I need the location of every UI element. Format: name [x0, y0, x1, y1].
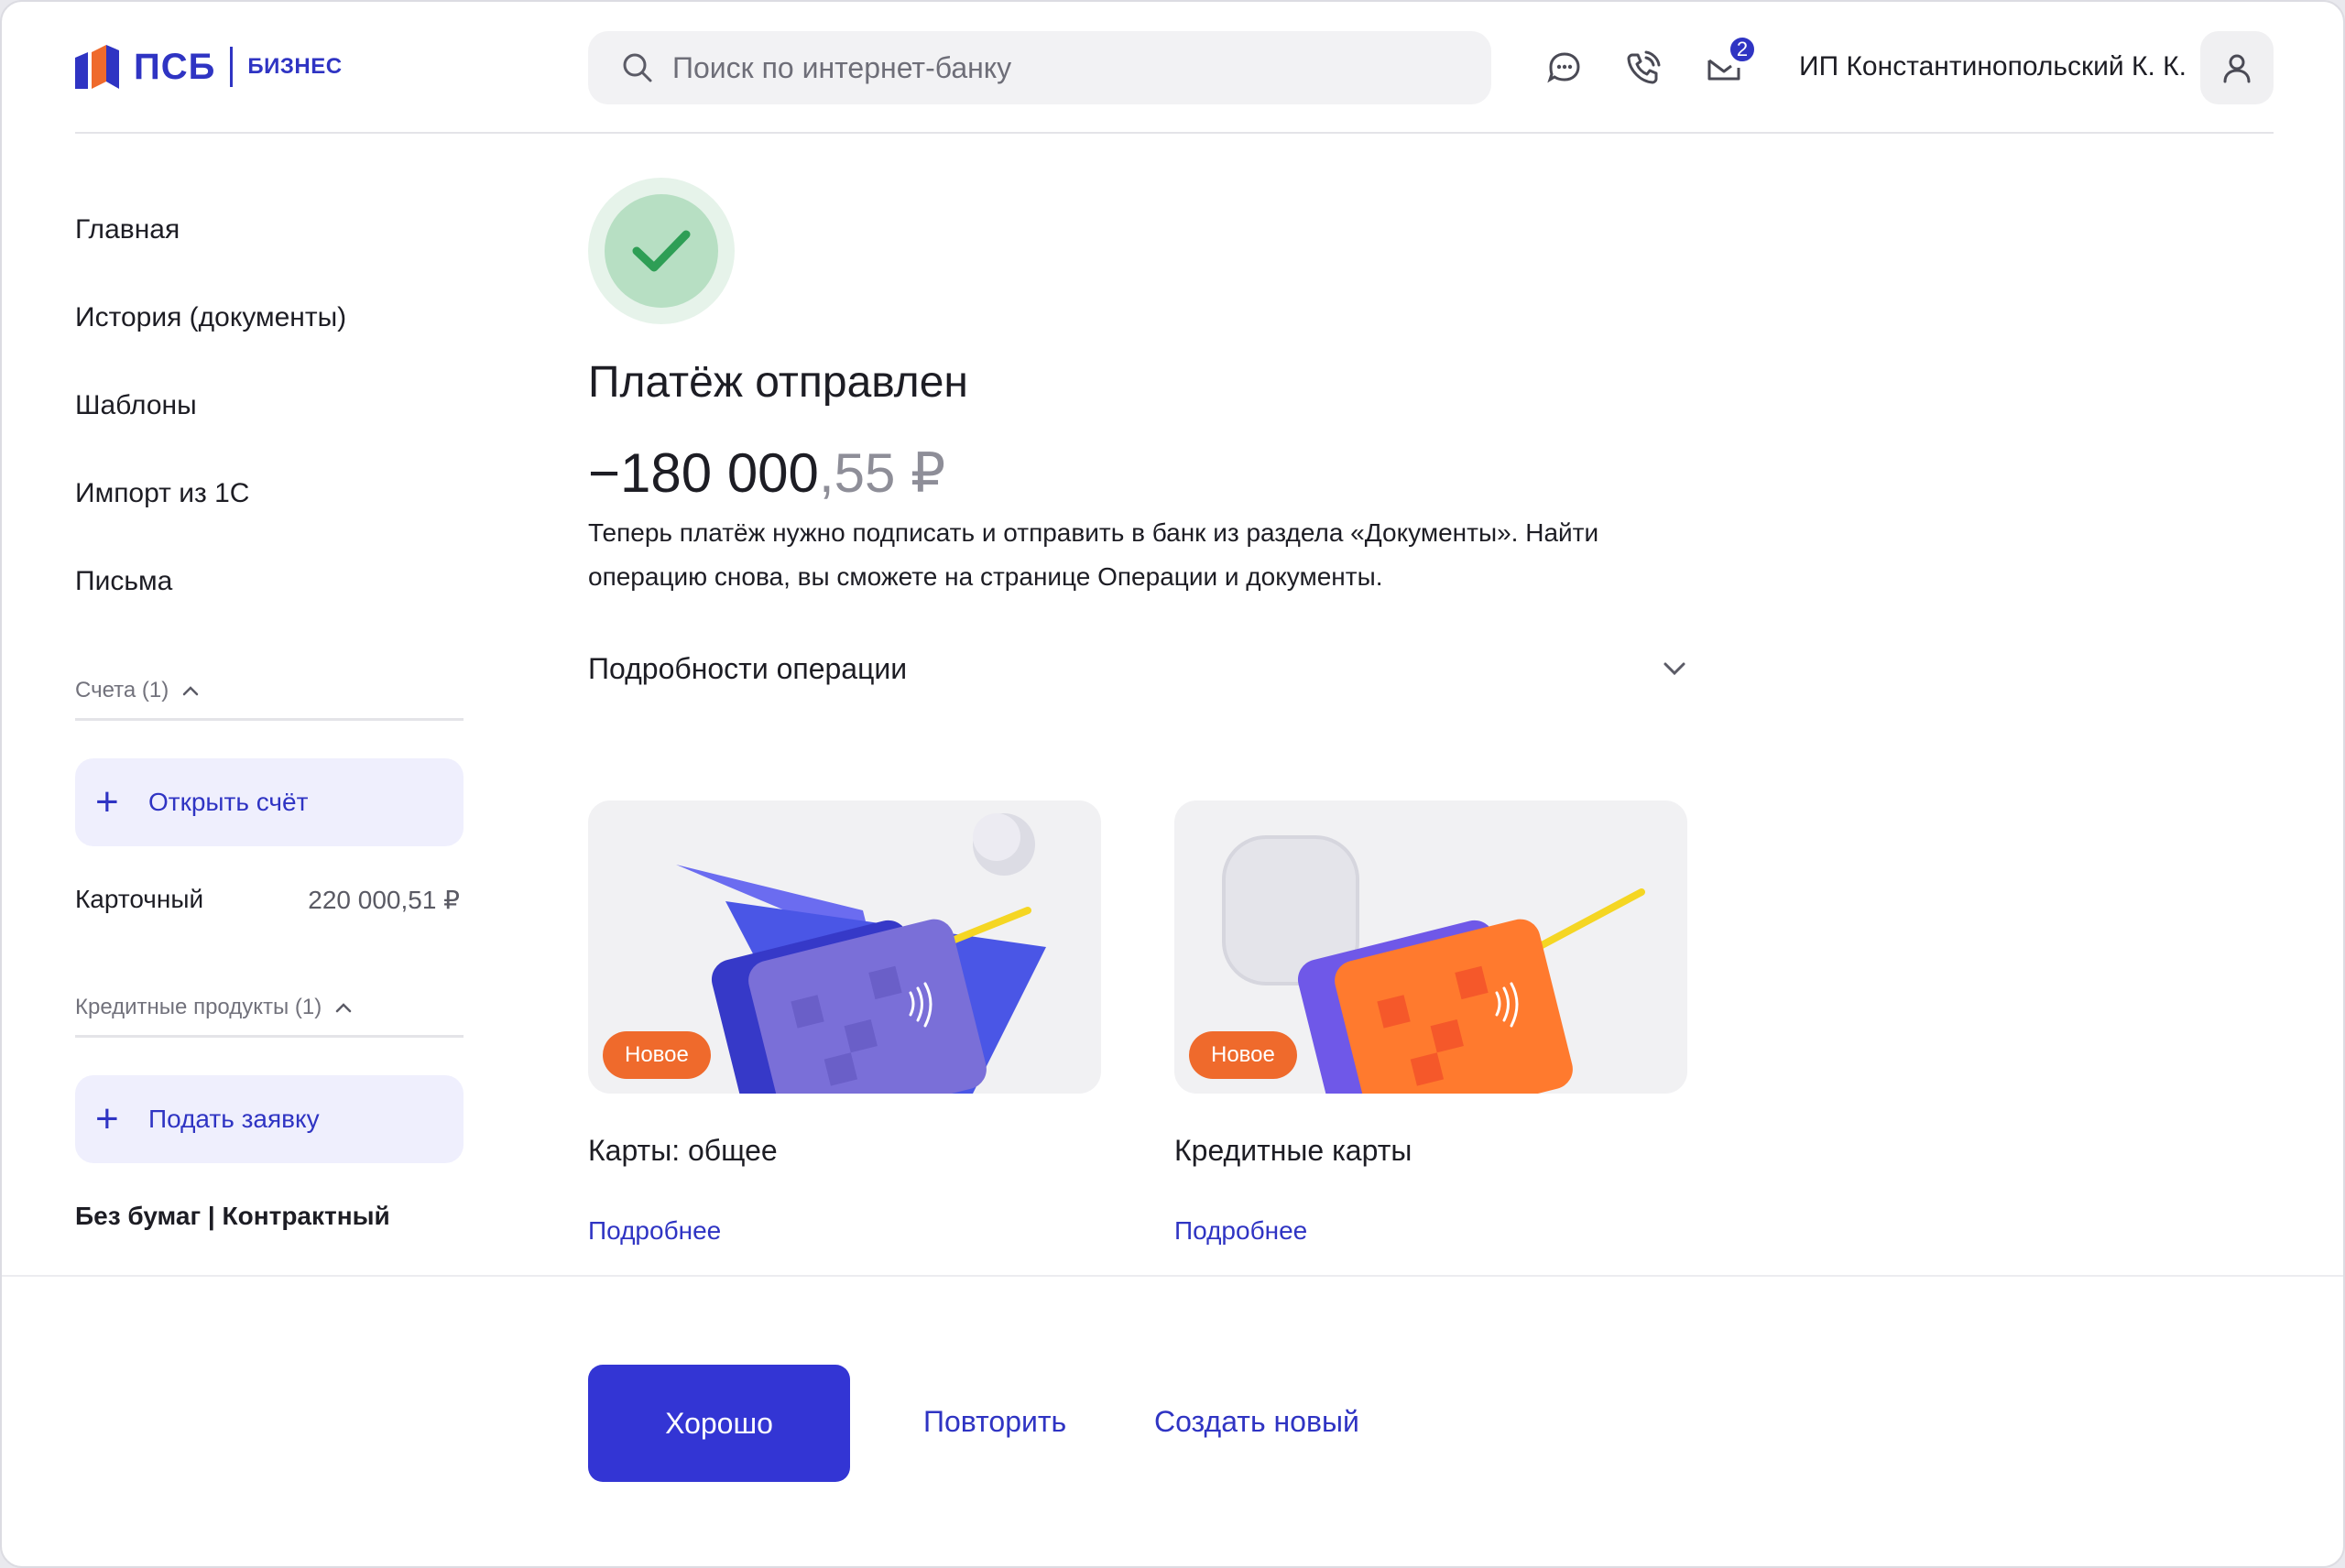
payment-status-title: Платёж отправлен	[588, 358, 968, 407]
operation-details-label: Подробности операции	[588, 651, 908, 685]
chat-icon[interactable]	[1544, 48, 1585, 88]
new-badge: Новое	[1189, 1031, 1297, 1079]
payment-description: Теперь платёж нужно подписать и отправит…	[588, 518, 1599, 591]
notification-count-badge: 2	[1728, 35, 1757, 64]
app-window: ПСБ БИЗНЕС 2 ИП Константинопольский К. К…	[0, 0, 2345, 1568]
payment-amount: −180 000,55 ₽	[588, 441, 945, 506]
success-indicator	[588, 178, 735, 324]
accounts-divider	[75, 718, 464, 721]
profile-button[interactable]	[2200, 31, 2274, 104]
offer-link-cards[interactable]: Подробнее	[588, 1216, 721, 1246]
plus-icon: +	[95, 779, 119, 824]
checkmark-icon	[632, 230, 691, 272]
account-balance: 220 000,51 ₽	[308, 886, 460, 914]
open-account-button[interactable]: + Открыть счёт	[75, 758, 464, 846]
sidebar-item-import-1c[interactable]: Импорт из 1С	[75, 478, 249, 509]
offer-link-credit[interactable]: Подробнее	[1174, 1216, 1307, 1246]
brand-name: ПСБ	[134, 46, 216, 87]
sidebar-item-templates[interactable]: Шаблоны	[75, 390, 197, 421]
sidebar-item-letters[interactable]: Письма	[75, 566, 172, 597]
sidebar-item-home[interactable]: Главная	[75, 214, 180, 245]
offer-card-image-cards[interactable]: Новое	[588, 800, 1101, 1094]
accounts-section-toggle[interactable]: Счета (1)	[75, 678, 200, 703]
user-icon	[2223, 54, 2251, 83]
search-icon	[623, 53, 652, 82]
plus-icon: +	[95, 1096, 119, 1141]
offer-card-image-credit[interactable]: Новое	[1174, 800, 1687, 1094]
repeat-button[interactable]: Повторить	[923, 1405, 1066, 1439]
new-badge: Новое	[603, 1031, 711, 1079]
chevron-up-icon	[336, 1003, 352, 1013]
operation-details-toggle[interactable]: Подробности операции	[588, 643, 1687, 694]
accounts-section-title: Счета (1)	[75, 678, 169, 702]
offer-title-cards: Карты: общее	[588, 1134, 778, 1167]
action-bar-divider	[2, 1275, 2343, 1277]
ok-button[interactable]: Хорошо	[588, 1365, 850, 1482]
user-name[interactable]: ИП Константинопольский К. К.	[1799, 51, 2187, 82]
chevron-down-icon	[1663, 662, 1685, 676]
logo-divider	[230, 47, 234, 87]
header-divider	[75, 132, 2274, 134]
apply-button[interactable]: + Подать заявку	[75, 1075, 464, 1163]
psb-logo-icon	[75, 45, 119, 89]
chevron-up-icon	[182, 686, 199, 696]
offer-title-credit: Кредитные карты	[1174, 1134, 1412, 1167]
amount-fraction: ,55 ₽	[818, 442, 946, 504]
open-account-label: Открыть счёт	[148, 788, 309, 816]
create-new-button[interactable]: Создать новый	[1154, 1405, 1359, 1439]
sidebar-item-history[interactable]: История (документы)	[75, 302, 346, 333]
brand-subtitle: БИЗНЕС	[247, 54, 343, 79]
credit-divider	[75, 1035, 464, 1038]
credit-section-title: Кредитные продукты (1)	[75, 995, 322, 1019]
tariff-note: Без бумаг | Контрактный	[75, 1202, 390, 1230]
amount-integer: −180 000	[588, 442, 819, 504]
credit-section-toggle[interactable]: Кредитные продукты (1)	[75, 995, 353, 1020]
search-input[interactable]	[672, 50, 1423, 85]
phone-call-icon[interactable]	[1623, 48, 1663, 88]
apply-label: Подать заявку	[148, 1105, 320, 1133]
psb-business-logo[interactable]: ПСБ БИЗНЕС	[75, 43, 343, 91]
account-name[interactable]: Карточный	[75, 885, 203, 914]
search-bar[interactable]	[588, 31, 1491, 104]
